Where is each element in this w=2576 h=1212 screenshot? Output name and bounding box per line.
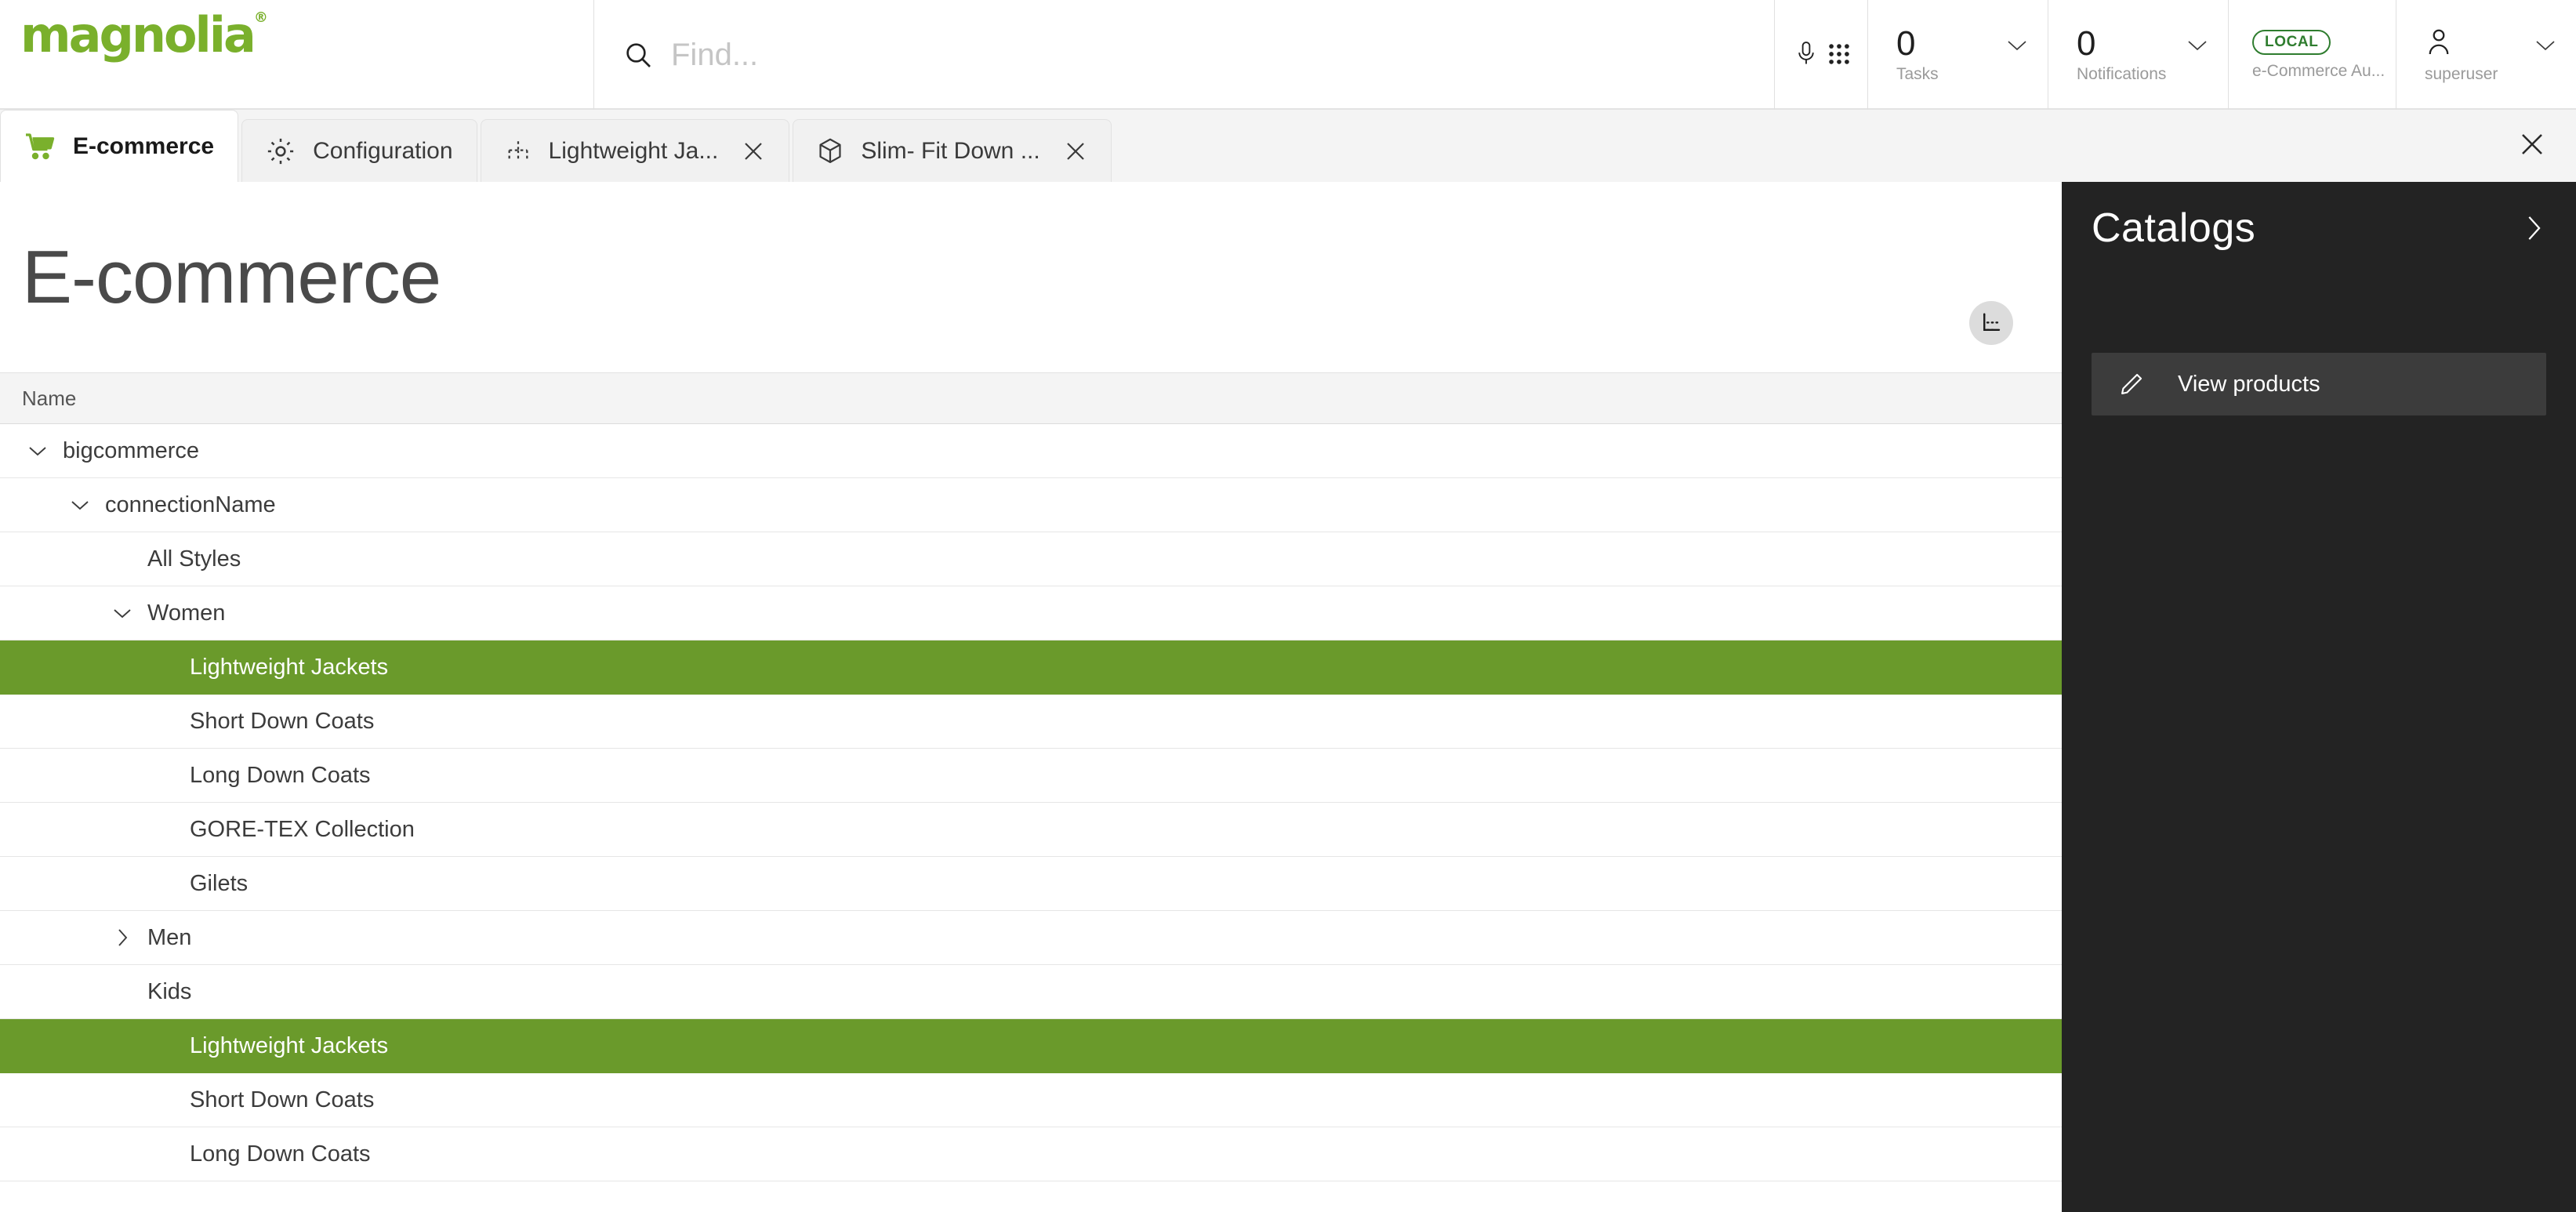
tree-row-label: Lightweight Jackets [190, 1032, 389, 1058]
tree-row-label: Short Down Coats [190, 708, 375, 734]
tab-configuration[interactable]: Configuration [241, 119, 477, 182]
status-badge: LOCAL [2252, 29, 2331, 55]
tasks-label: Tasks [1896, 65, 1939, 84]
brand-logo[interactable]: magnolia® [0, 0, 594, 110]
header-icon-group [1775, 0, 1867, 108]
main-content: E-commerce Name bigcommerce connectionNam… [0, 182, 2062, 1212]
apps-grid-icon[interactable] [1823, 35, 1855, 73]
environment-name: e-Commerce Au... [2252, 61, 2386, 80]
tree-row-label: Gilets [190, 870, 249, 896]
tree-view-icon[interactable] [1969, 301, 2013, 345]
user-name: superuser [2425, 64, 2498, 83]
chevron-down-icon[interactable] [20, 434, 55, 468]
notifications-menu[interactable]: 0 Notifications [2048, 0, 2228, 110]
cube-box-icon [817, 137, 844, 165]
column-header: Name [0, 372, 2062, 424]
tree-row-label: Lightweight Jackets [190, 654, 389, 680]
tree-row[interactable]: bigcommerce [0, 424, 2062, 478]
tab-label: Slim- Fit Down ... [861, 137, 1040, 164]
tree-row-label: Long Down Coats [190, 762, 371, 788]
tree-row-label: All Styles [147, 546, 241, 572]
chevron-down-icon [2187, 39, 2208, 56]
page-title: E-commerce [22, 234, 441, 319]
close-icon[interactable] [1064, 140, 1087, 163]
tab-lightweight-jackets[interactable]: Lightweight Ja... [480, 119, 790, 182]
tree-row[interactable]: Lightweight Jackets [0, 640, 2062, 695]
catalogs-panel-actions: View products [2062, 274, 2576, 415]
pencil-edit-icon [2118, 371, 2145, 397]
tree-row-label: Women [147, 600, 226, 626]
user-menu[interactable]: superuser [2396, 0, 2576, 110]
tree-row[interactable]: Lightweight Jackets [0, 1019, 2062, 1073]
notifications-label: Notifications [2077, 65, 2167, 84]
registered-mark: ® [253, 9, 268, 27]
tree-row[interactable]: All Styles [0, 532, 2062, 586]
tree-row[interactable]: Women [0, 586, 2062, 640]
tree-row[interactable]: GORE-TEX Collection [0, 803, 2062, 857]
tab-e-commerce[interactable]: E-commerce [0, 110, 239, 182]
tree-row-label: connectionName [105, 492, 276, 517]
search-icon [622, 39, 654, 71]
tree-row[interactable]: Men [0, 911, 2062, 965]
tree-row-label: Men [147, 924, 192, 950]
tasks-menu[interactable]: 0 Tasks [1867, 0, 2048, 110]
close-icon[interactable] [742, 140, 765, 163]
close-all-tabs-icon[interactable] [2518, 130, 2546, 162]
tab-label: E-commerce [73, 132, 215, 159]
tree-row-label: GORE-TEX Collection [190, 816, 415, 842]
chevron-down-icon[interactable] [63, 488, 97, 522]
tab-slim-fit-down[interactable]: Slim- Fit Down ... [793, 119, 1112, 182]
column-header-name: Name [22, 386, 77, 410]
category-tree: bigcommerce connectionName All Styles Women… [0, 424, 2062, 1181]
microphone-icon[interactable] [1791, 35, 1822, 73]
chevron-right-icon[interactable] [2524, 215, 2543, 241]
catalogs-panel-header: Catalogs [2062, 182, 2576, 274]
action-label: View products [2178, 371, 2320, 397]
tree-row[interactable]: connectionName [0, 478, 2062, 532]
tree-row-label: Short Down Coats [190, 1087, 375, 1112]
chevron-down-icon [2535, 39, 2556, 56]
catalogs-panel-title: Catalogs [2092, 205, 2256, 251]
catalogs-panel: Catalogs View products [2062, 182, 2576, 1212]
chevron-down-icon[interactable] [105, 596, 140, 630]
tab-label: Lightweight Ja... [548, 137, 719, 164]
chevron-down-icon [2007, 39, 2027, 56]
tree-row[interactable]: Short Down Coats [0, 695, 2062, 749]
tree-row[interactable]: Kids [0, 965, 2062, 1019]
tree-row[interactable]: Long Down Coats [0, 749, 2062, 803]
tree-row-label: Kids [147, 978, 192, 1004]
search-input[interactable] [671, 37, 1267, 73]
tree-row-label: Long Down Coats [190, 1141, 371, 1167]
shopping-cart-icon [24, 132, 56, 161]
logo-wordmark: magnolia [20, 6, 256, 64]
view-products-button[interactable]: View products [2092, 353, 2546, 415]
environment-indicator[interactable]: LOCAL e-Commerce Au... [2228, 0, 2396, 110]
chevron-right-icon[interactable] [105, 920, 140, 955]
tab-label: Configuration [313, 137, 453, 164]
global-search[interactable] [594, 0, 1775, 110]
gear-icon [266, 136, 296, 166]
page-title-row: E-commerce [0, 182, 2062, 372]
magnolia-logo-text: magnolia® [20, 9, 268, 60]
tree-row[interactable]: Long Down Coats [0, 1127, 2062, 1181]
tab-bar: E-commerce Configuration Lightweight Ja.… [0, 110, 2576, 182]
top-header: magnolia® 0 Tasks [0, 0, 2576, 110]
tree-hierarchy-icon [505, 138, 532, 165]
tree-row[interactable]: Short Down Coats [0, 1073, 2062, 1127]
tree-row[interactable]: Gilets [0, 857, 2062, 911]
tree-row-label: bigcommerce [63, 437, 200, 463]
